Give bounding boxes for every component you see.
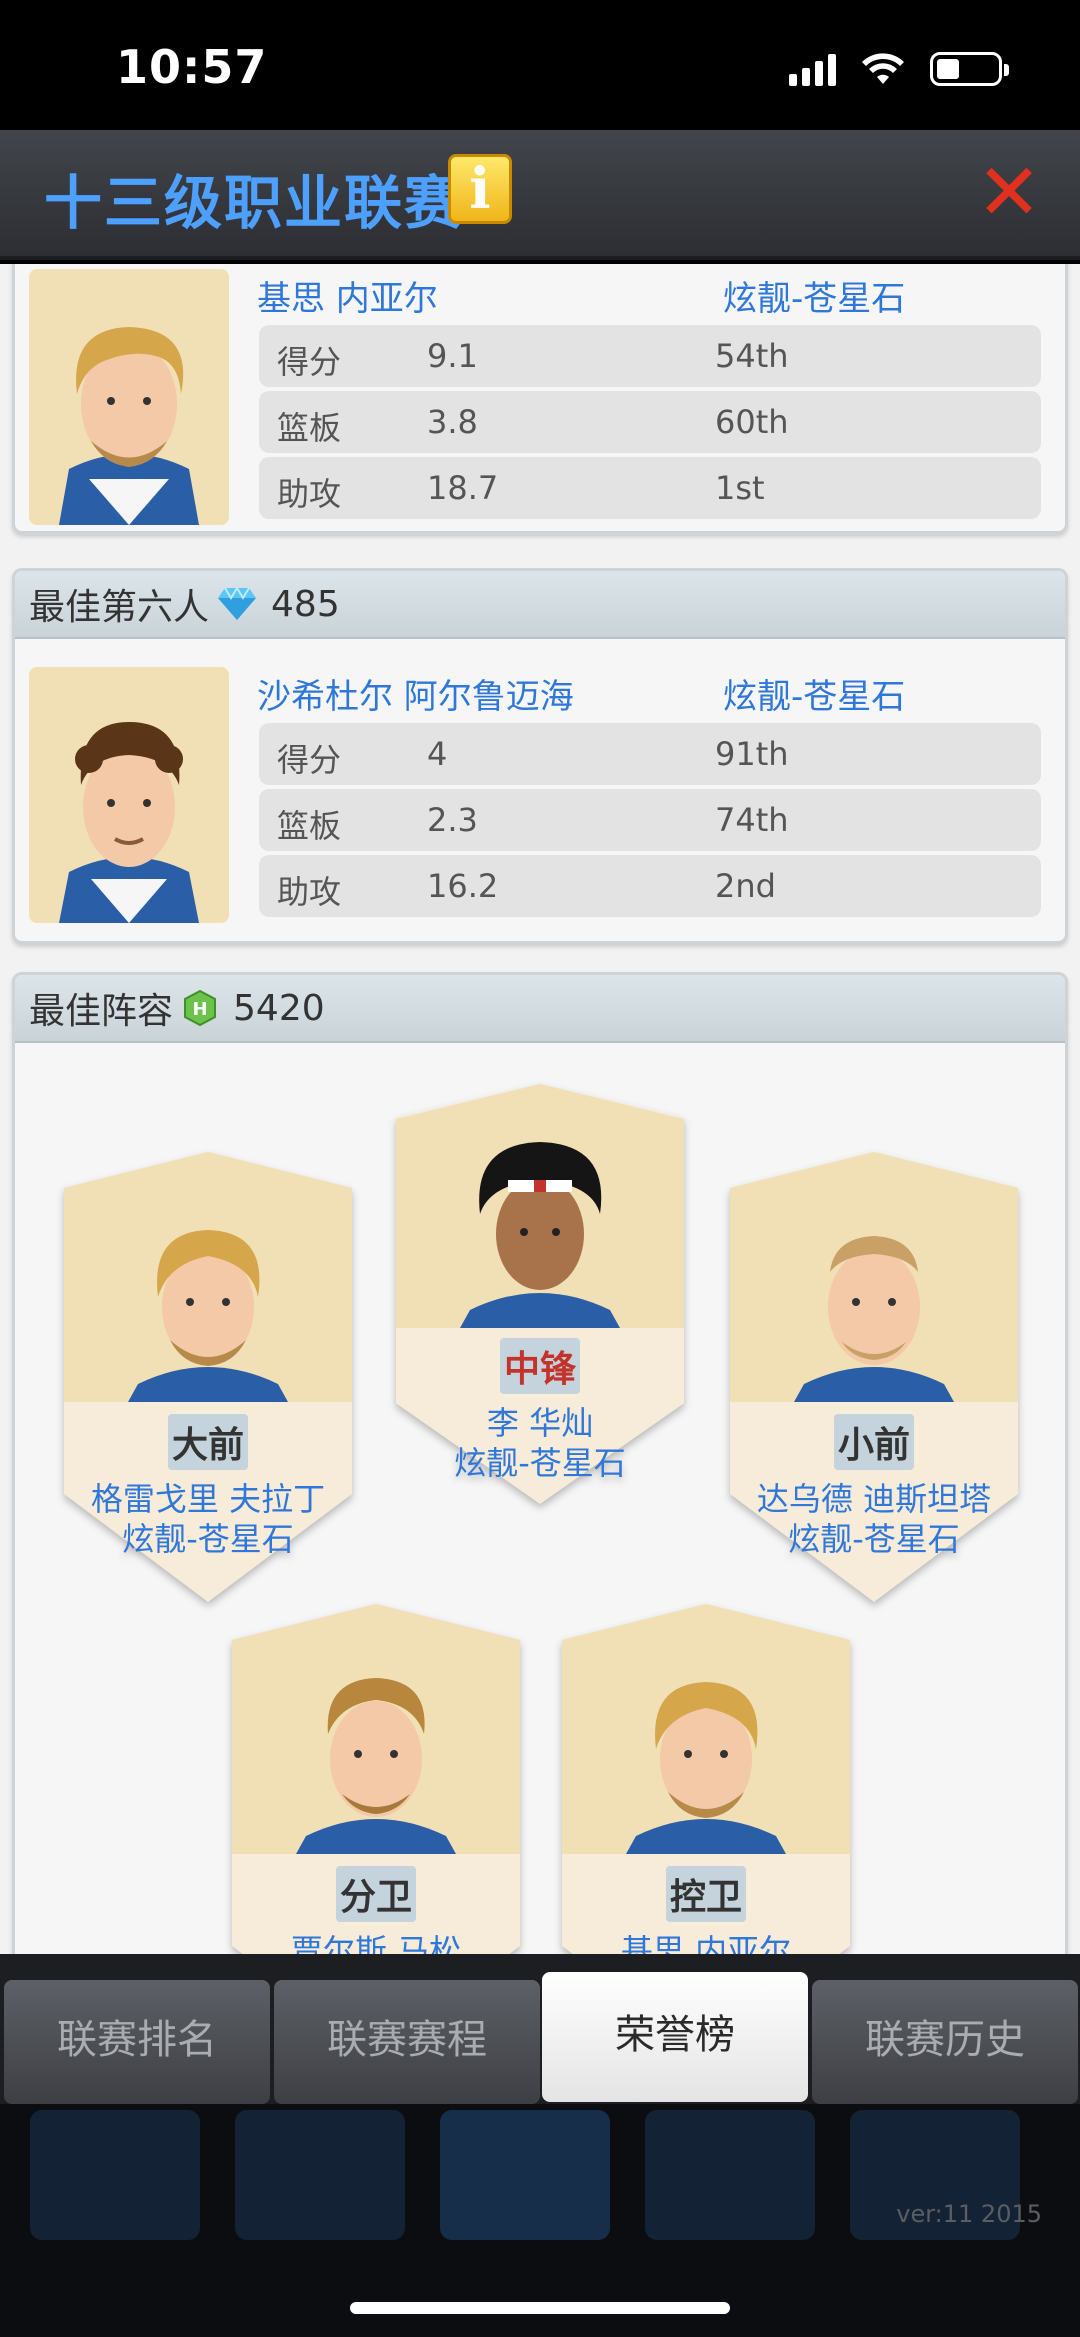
- sixth-man-title: 最佳第六人: [29, 587, 210, 628]
- page-title: 十三级职业联赛: [44, 169, 465, 237]
- lineup-player-pg[interactable]: 控卫 基思 内亚尔: [562, 1604, 850, 1954]
- player-name: 贾尔斯 马松: [290, 1932, 462, 1954]
- stat-label: 篮板: [277, 409, 342, 447]
- stat-rank: 54th: [715, 337, 789, 375]
- nav-social-icon[interactable]: [645, 2110, 815, 2240]
- player-portrait: [64, 1152, 352, 1402]
- honor-content[interactable]: 基思 内亚尔 炫靓-苍星石 得分 9.1 54th 篮板 3.8 60th 助攻…: [0, 264, 1080, 1954]
- stat-row-points: 得分 9.1 54th: [259, 325, 1041, 387]
- sixth-man-value: 485: [271, 583, 340, 625]
- lineup-player-sg[interactable]: 分卫 贾尔斯 马松: [232, 1604, 520, 1954]
- player-portrait: [29, 667, 229, 923]
- stat-rank: 2nd: [715, 867, 776, 905]
- player-team: 炫靓-苍星石: [122, 1520, 294, 1558]
- position-badge: 控卫: [562, 1866, 850, 1922]
- nav-star-icon[interactable]: [30, 2110, 200, 2240]
- player-portrait: [730, 1152, 1018, 1402]
- title-bar: 十三级职业联赛 i ✕: [0, 130, 1080, 260]
- player-team[interactable]: 炫靓-苍星石: [723, 669, 905, 718]
- battery-icon: [930, 52, 1009, 86]
- player-name: 基思 内亚尔: [620, 1932, 792, 1954]
- stat-rank: 60th: [715, 403, 789, 441]
- home-indicator[interactable]: [350, 2302, 730, 2314]
- tab-league-history[interactable]: 联赛历史: [812, 1980, 1078, 2104]
- lineup-player-pf[interactable]: 大前 格雷戈里 夫拉丁 炫靓-苍星石: [64, 1152, 352, 1602]
- info-icon[interactable]: i: [448, 154, 512, 224]
- stat-label: 篮板: [277, 807, 342, 845]
- tab-bar: 联赛排名 联赛赛程 荣誉榜 联赛历史: [0, 1954, 1080, 2104]
- stat-label: 助攻: [277, 475, 342, 513]
- player-portrait: [396, 1084, 684, 1328]
- stat-rank: 1st: [715, 469, 765, 507]
- wifi-icon: [862, 53, 904, 84]
- stat-label: 助攻: [277, 873, 342, 911]
- player-name[interactable]: 基思 内亚尔: [257, 271, 438, 320]
- diamond-icon: [218, 586, 257, 620]
- stat-row-points: 得分 4 91th: [259, 723, 1041, 785]
- sixth-man-header: 最佳第六人 485: [15, 571, 1065, 639]
- stat-value: 18.7: [427, 469, 499, 507]
- close-icon[interactable]: ✕: [974, 154, 1044, 232]
- stat-value: 3.8: [427, 403, 478, 441]
- stat-row-assists: 助攻 18.7 1st: [259, 457, 1041, 519]
- stat-row-assists: 助攻 16.2 2nd: [259, 855, 1041, 917]
- hexagon-badge-icon: H: [184, 989, 217, 1027]
- player-team: 炫靓-苍星石: [788, 1520, 960, 1558]
- stat-label: 得分: [277, 741, 342, 779]
- player-team[interactable]: 炫靓-苍星石: [723, 271, 905, 320]
- lineup-header: 最佳阵容 H 5420: [15, 975, 1065, 1043]
- lineup-title: 最佳阵容: [29, 991, 174, 1032]
- nav-shop-icon[interactable]: [235, 2110, 405, 2240]
- stat-label: 得分: [277, 343, 342, 381]
- stat-row-rebounds: 篮板 3.8 60th: [259, 391, 1041, 453]
- stat-value: 16.2: [427, 867, 499, 905]
- lineup-player-sf[interactable]: 小前 达乌德 迪斯坦塔 炫靓-苍星石: [730, 1152, 1018, 1602]
- player-team: 炫靓-苍星石: [454, 1444, 626, 1482]
- signal-icon: [789, 52, 836, 86]
- player-portrait: [29, 269, 229, 525]
- stat-value: 9.1: [427, 337, 478, 375]
- tab-honor-roll[interactable]: 荣誉榜: [542, 1972, 808, 2102]
- tab-league-schedule[interactable]: 联赛赛程: [274, 1980, 540, 2104]
- version-label: ver:11 2015: [896, 2200, 1042, 2228]
- status-icons: [789, 52, 1009, 86]
- stat-rank: 91th: [715, 735, 789, 773]
- lineup-player-c[interactable]: 中锋 李 华灿 炫靓-苍星石: [396, 1084, 684, 1504]
- position-badge: 大前: [64, 1414, 352, 1470]
- status-time: 10:57: [116, 40, 268, 94]
- player-portrait: [232, 1604, 520, 1854]
- top-player-card: 基思 内亚尔 炫靓-苍星石 得分 9.1 54th 篮板 3.8 60th 助攻…: [12, 264, 1068, 534]
- bottom-nav-strip: ver:11 2015: [0, 2104, 1080, 2337]
- stat-value: 2.3: [427, 801, 478, 839]
- stat-rank: 74th: [715, 801, 789, 839]
- position-badge: 中锋: [396, 1338, 684, 1394]
- stat-row-rebounds: 篮板 2.3 74th: [259, 789, 1041, 851]
- status-bar: 10:57: [0, 0, 1080, 130]
- player-name[interactable]: 沙希杜尔 阿尔鲁迈海: [257, 669, 574, 718]
- position-badge: 分卫: [232, 1866, 520, 1922]
- stat-value: 4: [427, 735, 448, 773]
- sixth-man-card: 最佳第六人 485 沙希杜尔 阿尔鲁迈海 炫靓-苍星石 得分 4 91th 篮板…: [12, 568, 1068, 944]
- lineup-value: 5420: [233, 987, 325, 1029]
- tab-league-ranking[interactable]: 联赛排名: [4, 1980, 270, 2104]
- nav-league-icon[interactable]: [440, 2110, 610, 2240]
- svg-text:H: H: [192, 999, 207, 1020]
- player-portrait: [562, 1604, 850, 1854]
- position-badge: 小前: [730, 1414, 1018, 1470]
